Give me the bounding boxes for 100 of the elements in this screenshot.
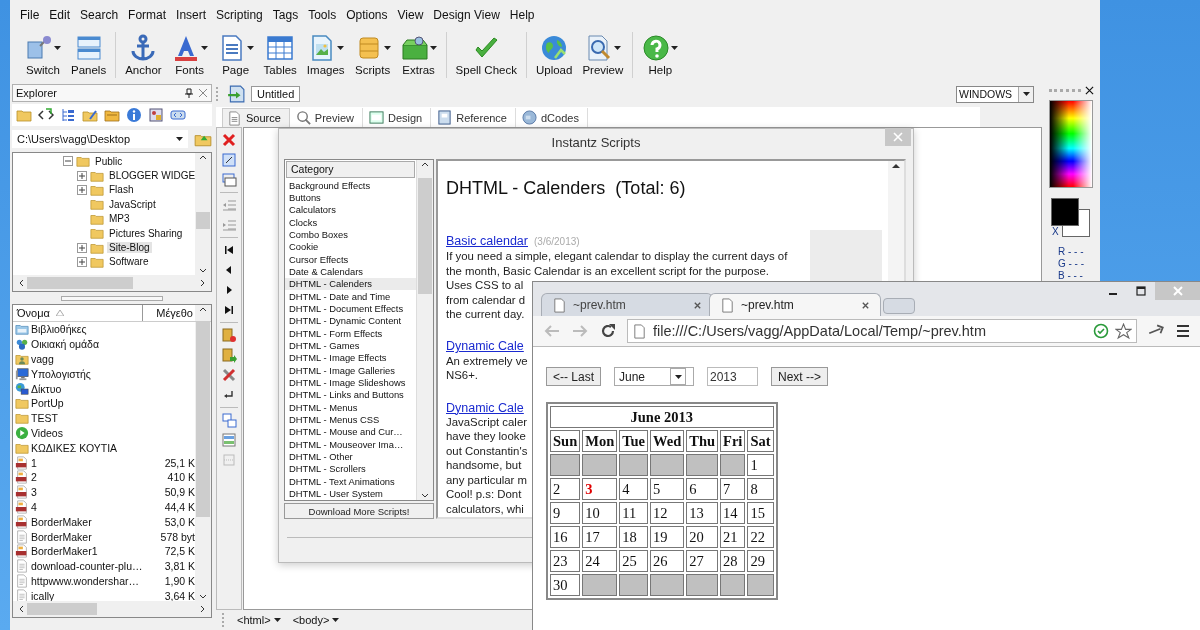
day-cell[interactable]: 21 <box>720 526 746 548</box>
day-cell[interactable]: 28 <box>720 550 746 572</box>
day-cell[interactable]: 5 <box>650 478 685 500</box>
previous-month-button[interactable]: <-- Last <box>546 367 601 386</box>
layout-icon[interactable] <box>221 432 237 448</box>
day-cell[interactable]: 19 <box>650 526 685 548</box>
tree-item[interactable]: Software <box>107 256 151 268</box>
menu-item[interactable]: Insert <box>172 6 211 24</box>
windows-icon[interactable] <box>221 172 237 188</box>
document-icon[interactable] <box>227 85 245 103</box>
tree-item[interactable]: Flash <box>107 184 136 196</box>
expand-icon[interactable] <box>77 170 87 181</box>
category-item[interactable]: DHTML - Form Effects <box>285 327 416 340</box>
script-link[interactable]: Dynamic Cale <box>446 339 524 354</box>
tree-item[interactable]: BLOGGER WIDGE <box>107 170 195 182</box>
script-link[interactable]: Basic calendar <box>446 234 528 249</box>
day-cell[interactable]: 23 <box>550 550 581 572</box>
day-cell[interactable]: 16 <box>550 526 581 548</box>
scroll-thumb[interactable] <box>27 277 133 289</box>
vertical-scrollbar[interactable] <box>888 161 904 281</box>
menu-item[interactable]: Tools <box>304 6 341 24</box>
day-cell[interactable]: 14 <box>720 502 746 524</box>
file-name[interactable]: 1 <box>31 456 147 469</box>
category-item[interactable]: DHTML - Menus CSS <box>285 413 416 426</box>
category-item[interactable]: Background Effects <box>285 178 416 192</box>
category-item[interactable]: DHTML - Mouse and Cur… <box>285 425 416 439</box>
toolbar-button[interactable]: Scripts <box>351 32 394 78</box>
toolbar-button[interactable]: Panels <box>68 32 110 78</box>
horizontal-scrollbar[interactable] <box>13 601 211 617</box>
file-name[interactable]: BorderMaker <box>31 515 147 528</box>
menu-item[interactable]: Scripting <box>212 6 267 24</box>
tree-item[interactable]: MP3 <box>107 213 132 225</box>
splitter-handle[interactable] <box>61 295 163 301</box>
expand-icon[interactable] <box>77 242 87 253</box>
day-cell[interactable]: 6 <box>686 478 719 500</box>
day-cell[interactable]: 11 <box>619 502 649 524</box>
day-cell[interactable]: 29 <box>747 550 774 572</box>
horizontal-scrollbar[interactable] <box>13 275 211 291</box>
menu-item[interactable]: Options <box>342 6 392 24</box>
category-item[interactable]: Combo Boxes <box>285 228 416 241</box>
category-item[interactable]: DHTML - Image Galleries <box>285 364 416 377</box>
menu-icon[interactable] <box>1175 323 1191 339</box>
file-name[interactable]: PortUp <box>31 397 195 410</box>
toolbar-button[interactable]: Anchor <box>122 32 165 78</box>
day-cell[interactable]: 1 <box>747 454 774 476</box>
day-cell[interactable]: 12 <box>650 502 685 524</box>
file-name[interactable]: vagg <box>31 353 195 365</box>
menu-item[interactable]: Tags <box>268 6 303 24</box>
category-item[interactable]: DHTML - Image Effects <box>285 351 416 365</box>
doctype-dropdown[interactable]: WINDOWS <box>956 85 1034 103</box>
document-tab[interactable]: Untitled <box>251 86 301 102</box>
file-name[interactable]: httpwww.wondershar… <box>31 574 147 587</box>
download-button[interactable]: Download More Scripts! <box>284 503 434 519</box>
column-header[interactable]: Όνομα <box>13 305 143 321</box>
category-item[interactable]: Date & Calendars <box>285 265 416 278</box>
tree-item[interactable]: Pictures Sharing <box>107 227 185 239</box>
next-month-button[interactable]: Next --> <box>771 367 829 386</box>
day-cell[interactable]: 8 <box>747 478 774 500</box>
file-name[interactable]: BorderMaker <box>31 530 147 543</box>
day-cell[interactable]: 20 <box>686 526 719 548</box>
collapse-icon[interactable] <box>63 156 73 167</box>
color-spectrum[interactable] <box>1049 100 1093 188</box>
tag-icon[interactable] <box>170 107 186 123</box>
reload-button[interactable] <box>599 322 617 340</box>
view-tab[interactable]: Source <box>222 108 290 127</box>
delete-icon[interactable] <box>221 132 237 148</box>
category-item[interactable]: Clocks <box>285 215 416 229</box>
day-cell[interactable]: 17 <box>582 526 618 548</box>
menu-item[interactable]: Help <box>505 6 539 24</box>
maximize-icon[interactable] <box>1136 286 1146 296</box>
day-cell[interactable]: 15 <box>747 502 774 524</box>
year-field[interactable]: 2013 <box>707 367 758 386</box>
category-item[interactable]: DHTML - Document Effects <box>285 302 416 315</box>
toolbar-button[interactable]: Images <box>303 32 348 78</box>
file-name[interactable]: ΚΩΔΙΚΕΣ ΚΟΥΤΙΑ <box>31 441 195 454</box>
menu-item[interactable]: Design View <box>429 6 504 24</box>
day-cell[interactable]: 3 <box>582 478 618 500</box>
toolbar-button[interactable]: Switch <box>22 32 64 78</box>
category-item[interactable]: DHTML - Date and Time <box>285 290 416 303</box>
close-icon[interactable] <box>861 300 870 310</box>
toolbar-button[interactable]: Upload <box>532 32 576 78</box>
file-name[interactable]: download-counter-plu… <box>31 560 147 573</box>
day-cell[interactable]: 26 <box>650 550 685 572</box>
numbered-icon[interactable] <box>221 412 237 428</box>
column-header[interactable]: Category <box>286 161 415 178</box>
day-cell[interactable]: 9 <box>550 502 581 524</box>
category-item[interactable]: Buttons <box>285 191 416 204</box>
info-icon[interactable] <box>126 107 142 123</box>
category-item[interactable]: DHTML - Image Slideshows <box>285 376 416 389</box>
folder-icon[interactable] <box>104 107 120 123</box>
file-name[interactable]: Videos <box>31 426 195 439</box>
day-cell[interactable]: 24 <box>582 550 618 572</box>
vertical-scrollbar[interactable] <box>416 160 433 500</box>
file-name[interactable]: ically <box>31 589 147 601</box>
category-item[interactable]: DHTML - Other <box>285 450 416 463</box>
scroll-thumb[interactable] <box>196 322 210 518</box>
day-cell[interactable]: 22 <box>747 526 774 548</box>
file-name[interactable]: BorderMaker1 <box>31 545 147 558</box>
category-item[interactable]: DHTML - Calenders <box>285 277 416 290</box>
category-item[interactable]: DHTML - Dynamic Content <box>285 314 416 327</box>
